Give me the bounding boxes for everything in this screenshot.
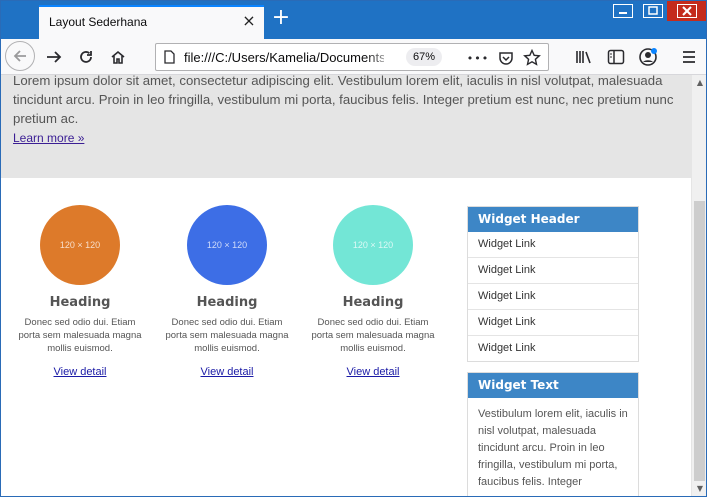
sidebar-button[interactable] bbox=[601, 42, 631, 72]
widget-link[interactable]: Widget Link bbox=[468, 284, 638, 310]
close-icon bbox=[677, 4, 697, 18]
address-bar[interactable]: file:///C:/Users/Kamelia/Documents/Layou… bbox=[155, 43, 549, 71]
feature-description: Donec sed odio dui. Etiam porta sem male… bbox=[165, 317, 289, 354]
widget-link[interactable]: Widget Link bbox=[468, 258, 638, 284]
feature-heading: Heading bbox=[49, 295, 111, 310]
hero-text: Lorem ipsum dolor sit amet, consectetur … bbox=[13, 75, 674, 126]
minimize-button[interactable] bbox=[607, 1, 639, 21]
hero-section: Lorem ipsum dolor sit amet, consectetur … bbox=[1, 75, 691, 178]
widget-links: Widget Header Widget Link Widget Link Wi… bbox=[467, 206, 639, 362]
feature-column-3: 120 × 120 Heading Donec sed odio dui. Et… bbox=[308, 205, 438, 379]
feature-image-placeholder: 120 × 120 bbox=[187, 205, 267, 285]
view-detail-link[interactable]: View detail bbox=[347, 366, 400, 378]
back-button[interactable] bbox=[5, 41, 35, 71]
home-icon bbox=[111, 50, 125, 64]
close-window-button[interactable] bbox=[667, 1, 706, 21]
maximize-icon bbox=[643, 4, 663, 18]
new-tab-button[interactable]: + bbox=[269, 7, 293, 31]
widget-header: Widget Header bbox=[468, 207, 638, 232]
pocket-button[interactable] bbox=[496, 48, 516, 68]
sidebar-icon bbox=[607, 49, 625, 65]
navigation-toolbar: file:///C:/Users/Kamelia/Documents/Layou… bbox=[1, 39, 706, 75]
feature-heading: Heading bbox=[196, 295, 258, 310]
arrow-left-icon bbox=[13, 50, 26, 62]
tab-layout-sederhana[interactable]: Layout Sederhana × bbox=[39, 5, 264, 39]
account-icon bbox=[639, 48, 657, 66]
forward-button[interactable] bbox=[39, 42, 69, 72]
scrollbar-thumb[interactable] bbox=[694, 201, 705, 481]
reload-icon bbox=[80, 51, 92, 63]
feature-description: Donec sed odio dui. Etiam porta sem male… bbox=[311, 317, 435, 354]
url-text[interactable]: file:///C:/Users/Kamelia/Documents/Layou… bbox=[184, 50, 384, 65]
page-actions-button[interactable]: ••• bbox=[467, 48, 488, 68]
pocket-icon bbox=[499, 52, 513, 65]
home-button[interactable] bbox=[103, 42, 133, 72]
tab-strip: Layout Sederhana × + bbox=[1, 1, 706, 39]
tab-close-icon[interactable]: × bbox=[240, 12, 258, 30]
url-fade bbox=[366, 46, 396, 68]
account-button[interactable] bbox=[633, 42, 663, 72]
feature-description: Donec sed odio dui. Etiam porta sem male… bbox=[18, 317, 142, 354]
browser-window: Layout Sederhana × + file:///C:/Users/Ka bbox=[0, 0, 707, 497]
library-icon bbox=[576, 51, 591, 64]
widget-link[interactable]: Widget Link bbox=[468, 336, 638, 361]
zoom-indicator[interactable]: 67% bbox=[406, 48, 443, 66]
feature-column-2: 120 × 120 Heading Donec sed odio dui. Et… bbox=[162, 205, 292, 379]
widget-text: Widget Text Vestibulum lorem elit, iacul… bbox=[467, 372, 639, 496]
widget-text-header: Widget Text bbox=[468, 373, 638, 398]
feature-image-placeholder: 120 × 120 bbox=[40, 205, 120, 285]
widget-link[interactable]: Widget Link bbox=[468, 310, 638, 336]
maximize-button[interactable] bbox=[637, 1, 669, 21]
reload-button[interactable] bbox=[71, 42, 101, 72]
vertical-scrollbar[interactable]: ▲ ▼ bbox=[691, 75, 706, 496]
view-detail-link[interactable]: View detail bbox=[54, 366, 107, 378]
view-detail-link[interactable]: View detail bbox=[201, 366, 254, 378]
scroll-down-arrow-icon[interactable]: ▼ bbox=[692, 481, 706, 496]
menu-button[interactable] bbox=[674, 42, 704, 72]
tab-title: Layout Sederhana bbox=[49, 15, 148, 29]
arrow-right-icon bbox=[47, 51, 62, 63]
bookmark-star-button[interactable] bbox=[522, 48, 542, 68]
hamburger-menu-icon bbox=[683, 51, 695, 63]
star-icon bbox=[523, 49, 541, 66]
page-icon bbox=[164, 50, 175, 64]
learn-more-link[interactable]: Learn more » bbox=[13, 131, 84, 145]
minimize-icon bbox=[613, 4, 633, 18]
feature-heading: Heading bbox=[342, 295, 404, 310]
feature-image-placeholder: 120 × 120 bbox=[333, 205, 413, 285]
feature-column-1: 120 × 120 Heading Donec sed odio dui. Et… bbox=[15, 205, 145, 379]
widget-text-body: Vestibulum lorem elit, iaculis in nisl v… bbox=[478, 408, 628, 488]
page-viewport: Lorem ipsum dolor sit amet, consectetur … bbox=[1, 75, 691, 496]
scroll-up-arrow-icon[interactable]: ▲ bbox=[692, 75, 706, 91]
widget-link[interactable]: Widget Link bbox=[468, 232, 638, 258]
library-button[interactable] bbox=[569, 42, 599, 72]
